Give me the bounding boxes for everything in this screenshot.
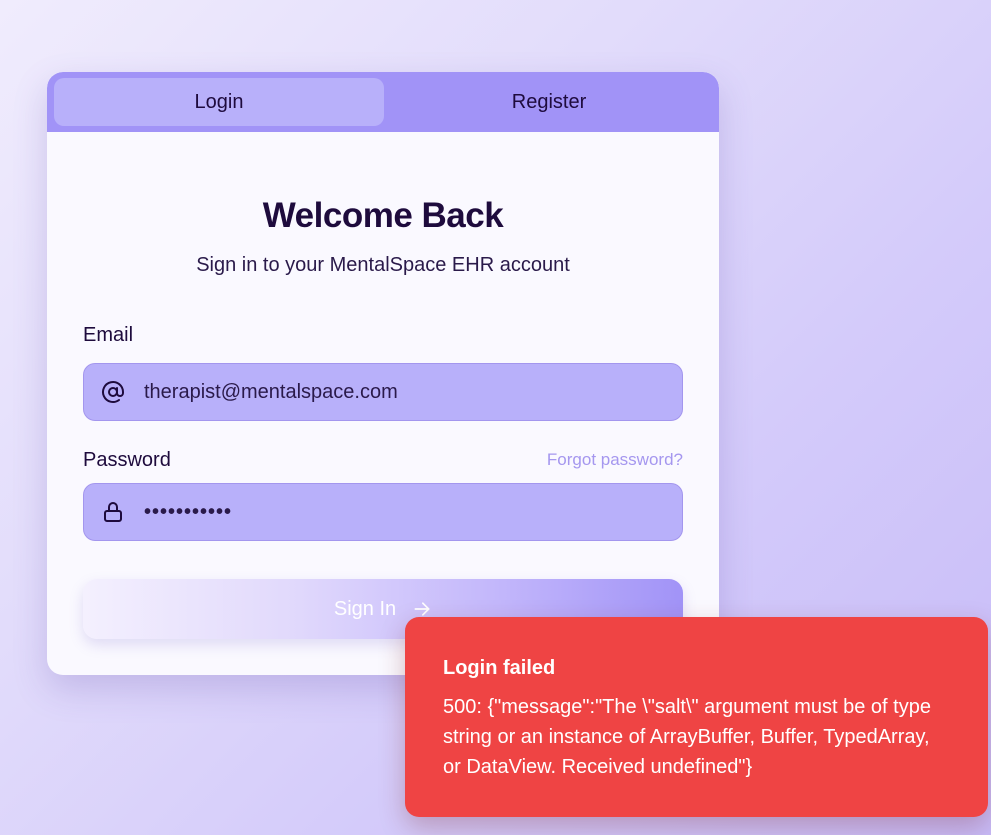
password-label: Password [83, 449, 171, 471]
lock-icon [100, 499, 126, 525]
at-sign-icon [100, 379, 126, 405]
error-toast[interactable]: Login failed 500: {"message":"The \"salt… [405, 617, 988, 817]
arrow-right-icon [412, 599, 432, 619]
login-card: Login Register Welcome Back Sign in to y… [47, 72, 719, 675]
toast-message: 500: {"message":"The \"salt\" argument m… [443, 696, 931, 778]
email-field[interactable]: therapist@mentalspace.com [83, 363, 683, 421]
sign-in-label: Sign In [333, 597, 397, 620]
password-field[interactable]: ••••••••••• [83, 483, 683, 541]
email-label: Email [83, 324, 134, 346]
page-title: Welcome Back [262, 196, 504, 235]
email-value: therapist@mentalspace.com [144, 381, 398, 403]
password-value: ••••••••••• [144, 501, 233, 523]
tab-login[interactable]: Login [54, 78, 384, 126]
page-subtitle: Sign in to your MentalSpace EHR account [196, 254, 570, 276]
tab-register[interactable]: Register [384, 78, 714, 126]
toast-title: Login failed [443, 657, 556, 679]
auth-tabs: Login Register [47, 72, 719, 132]
forgot-password-link[interactable]: Forgot password? [547, 450, 683, 470]
